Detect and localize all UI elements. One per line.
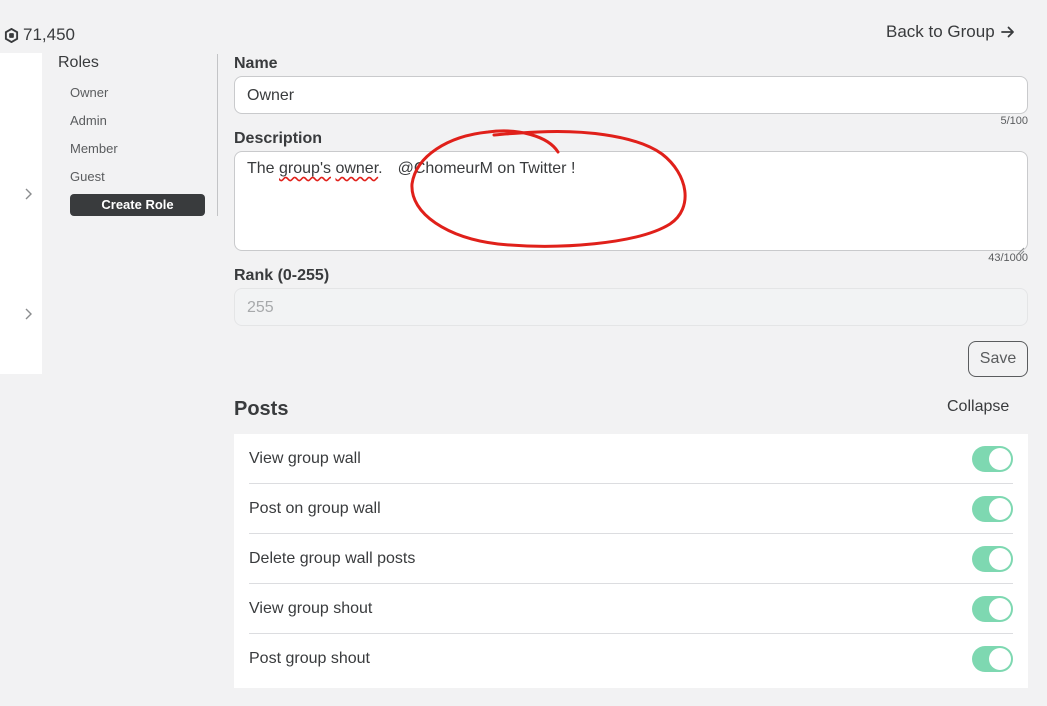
description-label: Description bbox=[234, 130, 323, 147]
name-input[interactable]: Owner bbox=[234, 76, 1028, 114]
permission-row: View group wall bbox=[249, 434, 1013, 484]
back-to-group-link[interactable]: Back to Group bbox=[886, 22, 1015, 42]
role-item-guest[interactable]: Guest bbox=[70, 169, 105, 184]
posts-section-title: Posts bbox=[234, 398, 289, 420]
arrow-right-icon bbox=[1000, 25, 1015, 39]
permission-row: Delete group wall posts bbox=[249, 534, 1013, 584]
toggle-knob bbox=[989, 547, 1011, 570]
description-text-3: . bbox=[378, 160, 383, 177]
permission-row: Post on group wall bbox=[249, 484, 1013, 534]
description-text-misspelled: group's bbox=[279, 160, 331, 177]
chevron-right-icon[interactable] bbox=[22, 187, 34, 201]
robux-balance[interactable]: 71,450 bbox=[4, 25, 75, 45]
description-textarea[interactable]: The group's owner. @ChomeurM on Twitter ! bbox=[234, 151, 1028, 255]
description-text-1: The bbox=[247, 160, 280, 177]
permission-label: Delete group wall posts bbox=[249, 549, 416, 567]
rank-input: 255 bbox=[234, 288, 1028, 326]
permission-toggle[interactable] bbox=[972, 545, 1013, 572]
annotation-text: @ChomeurM on Twitter ! bbox=[397, 160, 576, 177]
permission-label: View group wall bbox=[249, 449, 361, 467]
description-char-counter: 43/1000 bbox=[988, 252, 1028, 264]
resize-handle-icon[interactable] bbox=[1017, 240, 1025, 255]
permission-row: View group shout bbox=[249, 584, 1013, 634]
toggle-knob bbox=[989, 497, 1011, 520]
role-item-admin[interactable]: Admin bbox=[70, 113, 107, 128]
side-nav-strip bbox=[0, 53, 42, 374]
permission-label: Post group shout bbox=[249, 650, 370, 667]
role-item-owner[interactable]: Owner bbox=[70, 85, 108, 100]
description-text-misspelled: owner bbox=[335, 160, 379, 177]
permission-toggle[interactable] bbox=[972, 595, 1013, 622]
toggle-knob bbox=[989, 648, 1011, 670]
permission-label: Post on group wall bbox=[249, 499, 381, 517]
collapse-button[interactable]: Collapse bbox=[947, 398, 1009, 416]
robux-amount: 71,450 bbox=[23, 25, 75, 44]
roles-panel: Roles Owner Admin Member Guest Create Ro… bbox=[58, 54, 218, 216]
permission-toggle[interactable] bbox=[972, 495, 1013, 522]
permissions-list: View group wall Post on group wall Delet… bbox=[234, 434, 1028, 688]
permission-row: Post group shout bbox=[249, 634, 1013, 684]
name-char-counter: 5/100 bbox=[1000, 115, 1028, 127]
toggle-knob bbox=[989, 447, 1011, 470]
permission-toggle[interactable] bbox=[972, 646, 1013, 672]
roles-title: Roles bbox=[58, 54, 99, 71]
permission-label: View group shout bbox=[249, 599, 373, 617]
robux-icon bbox=[4, 27, 19, 43]
rank-label: Rank (0-255) bbox=[234, 267, 330, 284]
toggle-knob bbox=[989, 597, 1011, 620]
name-label: Name bbox=[234, 55, 278, 72]
chevron-right-icon[interactable] bbox=[22, 307, 34, 321]
create-role-button[interactable]: Create Role bbox=[70, 194, 205, 216]
back-to-group-label: Back to Group bbox=[886, 22, 995, 41]
permission-toggle[interactable] bbox=[972, 445, 1013, 472]
role-item-member[interactable]: Member bbox=[70, 141, 118, 156]
save-button[interactable]: Save bbox=[968, 341, 1028, 377]
